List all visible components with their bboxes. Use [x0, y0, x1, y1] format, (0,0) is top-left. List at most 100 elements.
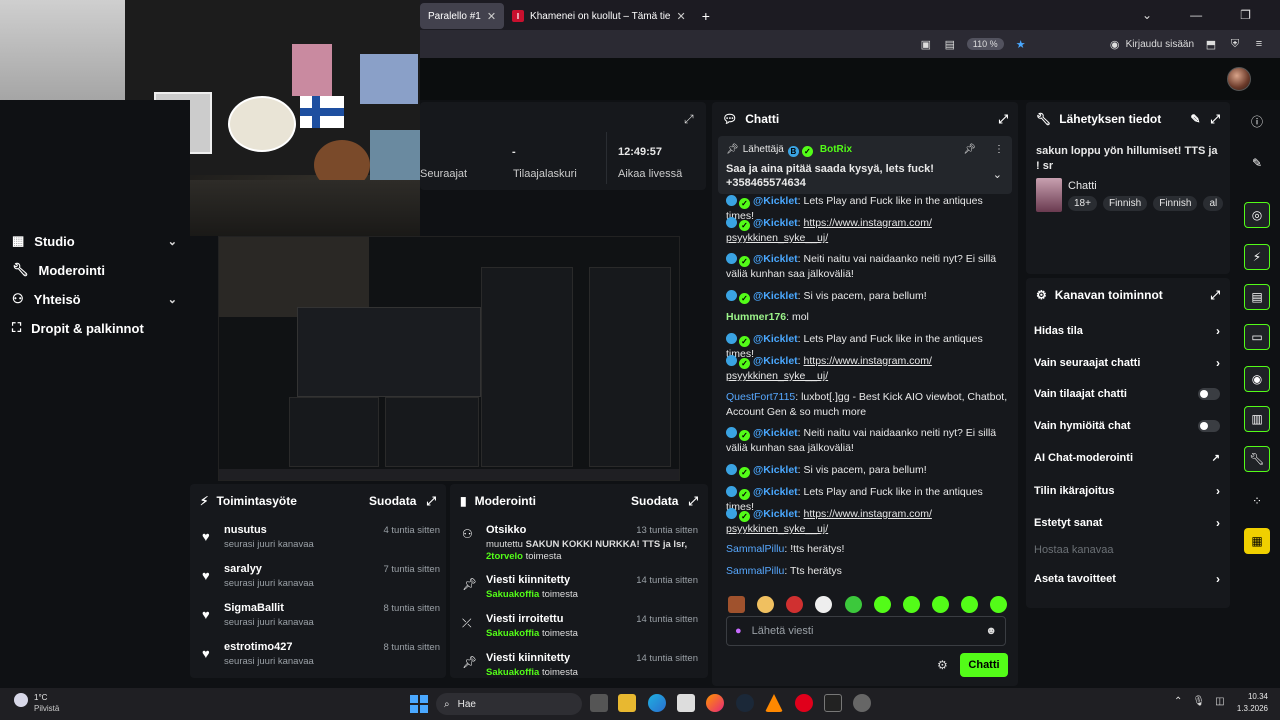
edge-icon[interactable]: [648, 694, 666, 712]
steam-icon[interactable]: [736, 694, 754, 712]
chevron-up-icon[interactable]: ⌃: [1174, 696, 1182, 707]
pinned-message[interactable]: 📌︎ Lähettäjä B ✓ BotRix 📌︎ ⋮ Saa ja aina …: [718, 136, 1012, 194]
info-icon[interactable]: ⓘ: [1244, 108, 1270, 134]
emote-icon[interactable]: [845, 596, 862, 613]
wrench-icon[interactable]: 🔧︎: [1244, 446, 1270, 472]
chat-username[interactable]: @Kicklet: [753, 355, 798, 367]
moderation-actor[interactable]: 2torvelo: [486, 551, 523, 562]
tab-list-chevron-icon[interactable]: ⌄: [1142, 8, 1152, 22]
layout-icon[interactable]: ▥: [1244, 406, 1270, 432]
sidebar-item-moderation[interactable]: 🔧︎ Moderointi: [12, 262, 177, 278]
filter-button[interactable]: Suodata: [631, 494, 678, 508]
browser-tab[interactable]: Paralello #1 ✕: [420, 3, 505, 29]
user-avatar[interactable]: [1227, 67, 1251, 91]
zoom-level[interactable]: 110 %: [966, 38, 1004, 50]
tag-chip[interactable]: 18+: [1068, 196, 1097, 211]
microphone-icon[interactable]: 🎙︎: [1192, 696, 1205, 707]
moderation-actor[interactable]: Sakuakoffia: [486, 628, 539, 639]
popout-icon[interactable]: ⤢: [1210, 112, 1220, 127]
microphone-icon[interactable]: ●: [735, 625, 742, 637]
bookmark-star-icon[interactable]: ★: [1014, 37, 1028, 51]
clapper-icon[interactable]: ▦: [1244, 528, 1270, 554]
chat-username[interactable]: SammalPillu: [726, 565, 784, 577]
clock-time[interactable]: 10.34: [1238, 692, 1268, 701]
shield-icon[interactable]: ⛨: [1228, 37, 1242, 51]
weather-temp[interactable]: 1°C: [34, 693, 47, 702]
moderation-actor[interactable]: Sakuakoffia: [486, 589, 539, 600]
terminal-icon[interactable]: [824, 694, 842, 712]
emote-icon[interactable]: [874, 596, 891, 613]
file-explorer-icon[interactable]: [618, 694, 636, 712]
popout-icon[interactable]: ⤢: [684, 112, 694, 127]
reader-icon[interactable]: ▤: [943, 37, 957, 51]
close-tab-icon[interactable]: ✕: [677, 10, 686, 23]
emote-only-toggle[interactable]: [1198, 420, 1220, 432]
chat-username[interactable]: @Kicklet: [753, 508, 798, 520]
login-button[interactable]: Kirjaudu sisään: [1126, 39, 1194, 50]
chat-username[interactable]: @Kicklet: [753, 427, 798, 439]
chat-username[interactable]: @Kicklet: [753, 253, 798, 265]
sidebar-item-community[interactable]: ⚇ Yhteisö ⌄: [12, 291, 177, 307]
chat-username[interactable]: Hummer176: [726, 311, 786, 323]
new-tab-button[interactable]: +: [694, 3, 718, 29]
chat-username[interactable]: @Kicklet: [753, 290, 798, 302]
network-icon[interactable]: ◫: [1215, 696, 1224, 707]
lightning-icon[interactable]: ⚡︎: [1244, 244, 1270, 270]
action-ai-moderation[interactable]: AI Chat-moderointi ↗: [1034, 452, 1220, 464]
moderation-actor[interactable]: Sakuakoffia: [486, 667, 539, 678]
edit-icon[interactable]: ✎: [1190, 112, 1200, 126]
nodes-icon[interactable]: ⁘: [1244, 488, 1270, 514]
menu-icon[interactable]: ≡: [1252, 37, 1266, 51]
more-options-icon[interactable]: ⋮: [994, 144, 1004, 155]
emote-icon[interactable]: [728, 596, 745, 613]
taskbar-search[interactable]: ⌕ Hae: [436, 693, 582, 715]
chat-username[interactable]: SammalPillu: [726, 543, 784, 555]
sidebar-item-studio[interactable]: ▦ Studio ⌄: [12, 233, 177, 249]
task-view-icon[interactable]: [590, 694, 608, 712]
chat-bubble-icon[interactable]: ▭: [1244, 324, 1270, 350]
chat-username[interactable]: @Kicklet: [753, 195, 798, 207]
action-set-goals[interactable]: Aseta tavoitteet ›: [1034, 572, 1220, 586]
firefox-icon[interactable]: [706, 694, 724, 712]
opera-icon[interactable]: [795, 694, 813, 712]
action-age-restriction[interactable]: Tilin ikärajoitus ›: [1034, 484, 1220, 498]
emote-icon[interactable]: [990, 596, 1007, 613]
broadcast-icon[interactable]: ◉: [1244, 366, 1270, 392]
subscribers-only-toggle[interactable]: [1198, 388, 1220, 400]
chat-username[interactable]: @Kicklet: [753, 333, 798, 345]
chat-username[interactable]: @Kicklet: [753, 217, 798, 229]
screenshot-icon[interactable]: ▣: [919, 37, 933, 51]
emote-icon[interactable]: [786, 596, 803, 613]
category-name[interactable]: Chatti: [1068, 180, 1097, 192]
tag-chip[interactable]: Finnish: [1153, 196, 1198, 211]
emote-icon[interactable]: [961, 596, 978, 613]
emote-icon[interactable]: [815, 596, 832, 613]
popout-icon[interactable]: ⤢: [688, 494, 698, 509]
close-tab-icon[interactable]: ✕: [487, 10, 496, 23]
filter-button[interactable]: Suodata: [369, 494, 416, 508]
popout-icon[interactable]: ⤢: [426, 494, 436, 509]
account-icon[interactable]: ◉: [1108, 37, 1122, 51]
emote-icon[interactable]: [757, 596, 774, 613]
action-followers-only[interactable]: Vain seuraajat chatti ›: [1034, 356, 1220, 370]
windows-start-icon[interactable]: [410, 695, 428, 713]
tag-chip[interactable]: al: [1203, 196, 1224, 211]
minimize-icon[interactable]: —: [1190, 8, 1202, 22]
store-icon[interactable]: [677, 694, 695, 712]
pinned-sender[interactable]: BotRix: [820, 144, 852, 155]
action-blocked-words[interactable]: Estetyt sanat ›: [1034, 516, 1220, 530]
camera-icon[interactable]: ◎: [1244, 202, 1270, 228]
obs-icon[interactable]: [853, 694, 871, 712]
send-chat-button[interactable]: Chatti: [960, 653, 1008, 677]
chat-input[interactable]: ● Lähetä viesti ☻: [726, 616, 1006, 646]
sidebar-item-drops[interactable]: ⛶ Dropit & palkinnot: [12, 320, 177, 336]
clock-date[interactable]: 1.3.2026: [1236, 704, 1268, 713]
unpin-icon[interactable]: 📌︎: [963, 144, 976, 155]
emote-icon[interactable]: [932, 596, 949, 613]
clipboard-icon[interactable]: ▤: [1244, 284, 1270, 310]
browser-tab[interactable]: I Khamenei on kuollut – Tämä tie ✕: [504, 3, 694, 29]
edit-icon[interactable]: ✎: [1244, 150, 1270, 176]
emoji-icon[interactable]: ☻: [985, 625, 997, 637]
action-slow-mode[interactable]: Hidas tila ›: [1034, 324, 1220, 338]
chat-username[interactable]: @Kicklet: [753, 464, 798, 476]
